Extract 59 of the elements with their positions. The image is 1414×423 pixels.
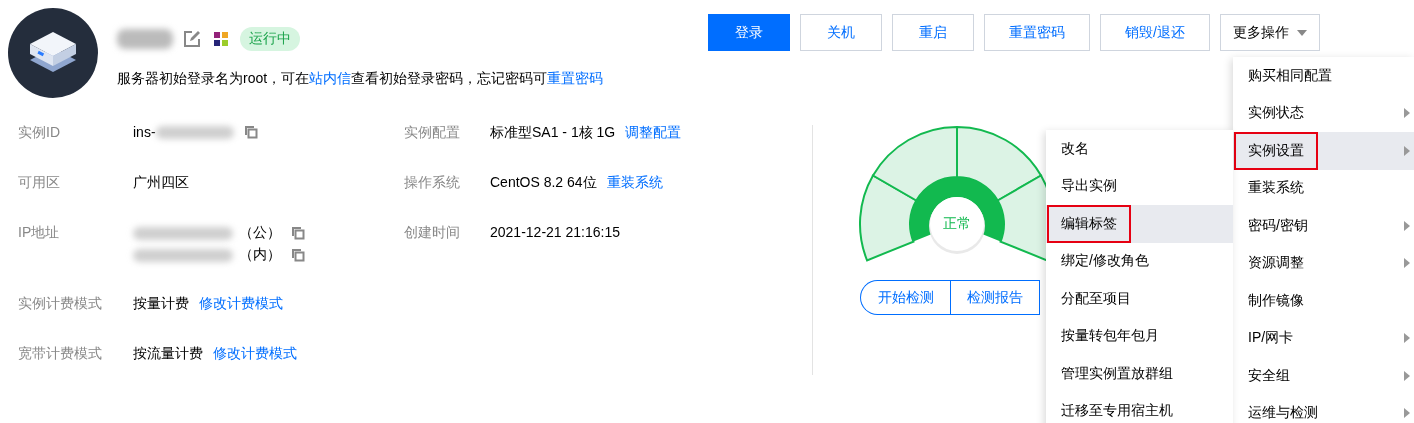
copy-icon[interactable] [243,125,258,139]
menu-item[interactable]: 重装系统 [1233,169,1414,207]
action-button[interactable]: 重启 [892,14,974,51]
menu-item[interactable]: 分配至项目 [1046,280,1233,318]
field-link[interactable]: 重装系统 [606,174,663,192]
menu-item[interactable]: 制作镜像 [1233,282,1414,320]
menu-item[interactable]: 安全组 [1233,357,1414,395]
field-value: 标准型SA1 - 1核 1G [490,124,616,142]
field-value: 2021-12-21 21:16:15 [490,224,620,240]
menu-item[interactable]: 导出实例 [1046,167,1233,205]
action-button[interactable]: 销毁/退还 [1100,14,1210,51]
action-button[interactable]: 重置密码 [984,14,1090,51]
action-button[interactable]: 登录 [708,14,790,51]
field-value: 按量计费 [133,295,189,313]
field-label: 创建时间 [404,224,461,242]
health-status: 正常 [943,215,971,233]
check-button[interactable]: 开始检测 [860,280,950,315]
menu-item[interactable]: 购买相同配置 [1233,57,1414,95]
menu-item[interactable]: 管理实例置放群组 [1046,355,1233,393]
menu-item[interactable]: 运维与检测 [1233,394,1414,423]
menu-item[interactable]: IP/网卡 [1233,319,1414,357]
menu-item[interactable]: 实例状态 [1233,94,1414,132]
field-value: CentOS 8.2 64位 [490,174,597,192]
hint-link[interactable]: 重置密码 [547,70,604,86]
menu-item[interactable]: 按量转包年包月 [1046,317,1233,355]
field-label: 可用区 [18,174,61,192]
menu-item[interactable]: 密码/密钥 [1233,207,1414,245]
menu-item[interactable]: 实例设置 [1233,132,1414,170]
caret-icon [1296,29,1307,36]
action-button[interactable]: 关机 [800,14,882,51]
pinwheel-icon [211,29,231,49]
check-button[interactable]: 检测报告 [950,280,1040,315]
menu-item[interactable]: 绑定/修改角色 [1046,242,1233,280]
field-label: 实例ID [18,124,61,142]
field-value: 广州四区 [133,174,189,192]
field-label: 宽带计费模式 [18,345,103,363]
server-avatar-icon [8,8,98,98]
field-link[interactable]: 修改计费模式 [199,295,283,313]
field-value: （内） [239,246,281,264]
menu-item[interactable]: 迁移至专用宿主机 [1046,392,1233,423]
hint-link[interactable]: 站内信 [309,70,352,86]
field-value: ins- [133,124,156,140]
edit-icon[interactable] [182,29,202,49]
status-badge: 运行中 [240,27,300,51]
copy-icon[interactable] [291,248,305,262]
field-label: 实例计费模式 [18,295,103,313]
field-link[interactable]: 修改计费模式 [213,345,297,363]
menu-item[interactable]: 资源调整 [1233,244,1414,282]
field-label: 操作系统 [404,174,461,192]
field-value: （公） [239,224,281,242]
field-value: 按流量计费 [133,345,203,363]
menu-item[interactable]: 改名 [1046,130,1233,168]
menu-item[interactable]: 编辑标签 [1046,205,1233,243]
field-link[interactable]: 调整配置 [625,124,682,142]
copy-icon[interactable] [291,226,305,240]
action-button[interactable]: 更多操作 [1219,14,1320,51]
field-label: IP地址 [18,224,61,242]
login-hint: 服务器初始登录名为root，可在站内信查看初始登录密码，忘记密码可重置密码 [117,70,605,88]
field-label: 实例配置 [404,124,461,142]
